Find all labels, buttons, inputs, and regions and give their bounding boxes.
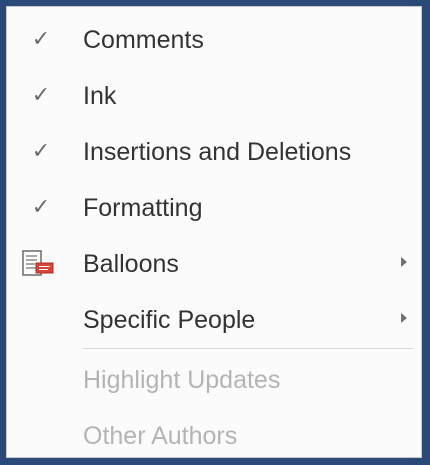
submenu-arrow-icon [401,257,407,267]
menu-item-balloons[interactable]: Balloons [7,237,421,293]
menu-item-comments[interactable]: ✓ Comments [7,13,421,69]
checkmark-icon: ✓ [31,138,51,163]
track-changes-show-markup-menu: ✓ Comments ✓ Ink ✓ Insertions and Deleti… [6,6,422,458]
menu-item-formatting[interactable]: ✓ Formatting [7,181,421,237]
menu-item-label: Balloons [83,250,179,278]
menu-item-highlight-updates: Highlight Updates [7,353,421,409]
menu-item-label: Specific People [83,306,256,334]
menu-item-label: Other Authors [83,422,238,450]
menu-item-label: Highlight Updates [83,366,281,394]
balloons-icon [22,250,54,276]
menu-item-label: Insertions and Deletions [83,138,352,166]
menu-item-other-authors: Other Authors [7,409,421,465]
checkmark-icon: ✓ [31,26,51,51]
checkmark-icon: ✓ [31,194,51,219]
submenu-arrow-icon [401,313,407,323]
checkmark-icon: ✓ [31,82,51,107]
menu-item-insertions-and-deletions[interactable]: ✓ Insertions and Deletions [7,125,421,181]
menu-item-label: Ink [83,82,117,110]
menu-item-label: Formatting [83,194,203,222]
menu-item-ink[interactable]: ✓ Ink [7,69,421,125]
menu-separator [83,348,413,349]
menu-item-label: Comments [83,26,204,54]
menu-item-specific-people[interactable]: Specific People [7,293,421,349]
